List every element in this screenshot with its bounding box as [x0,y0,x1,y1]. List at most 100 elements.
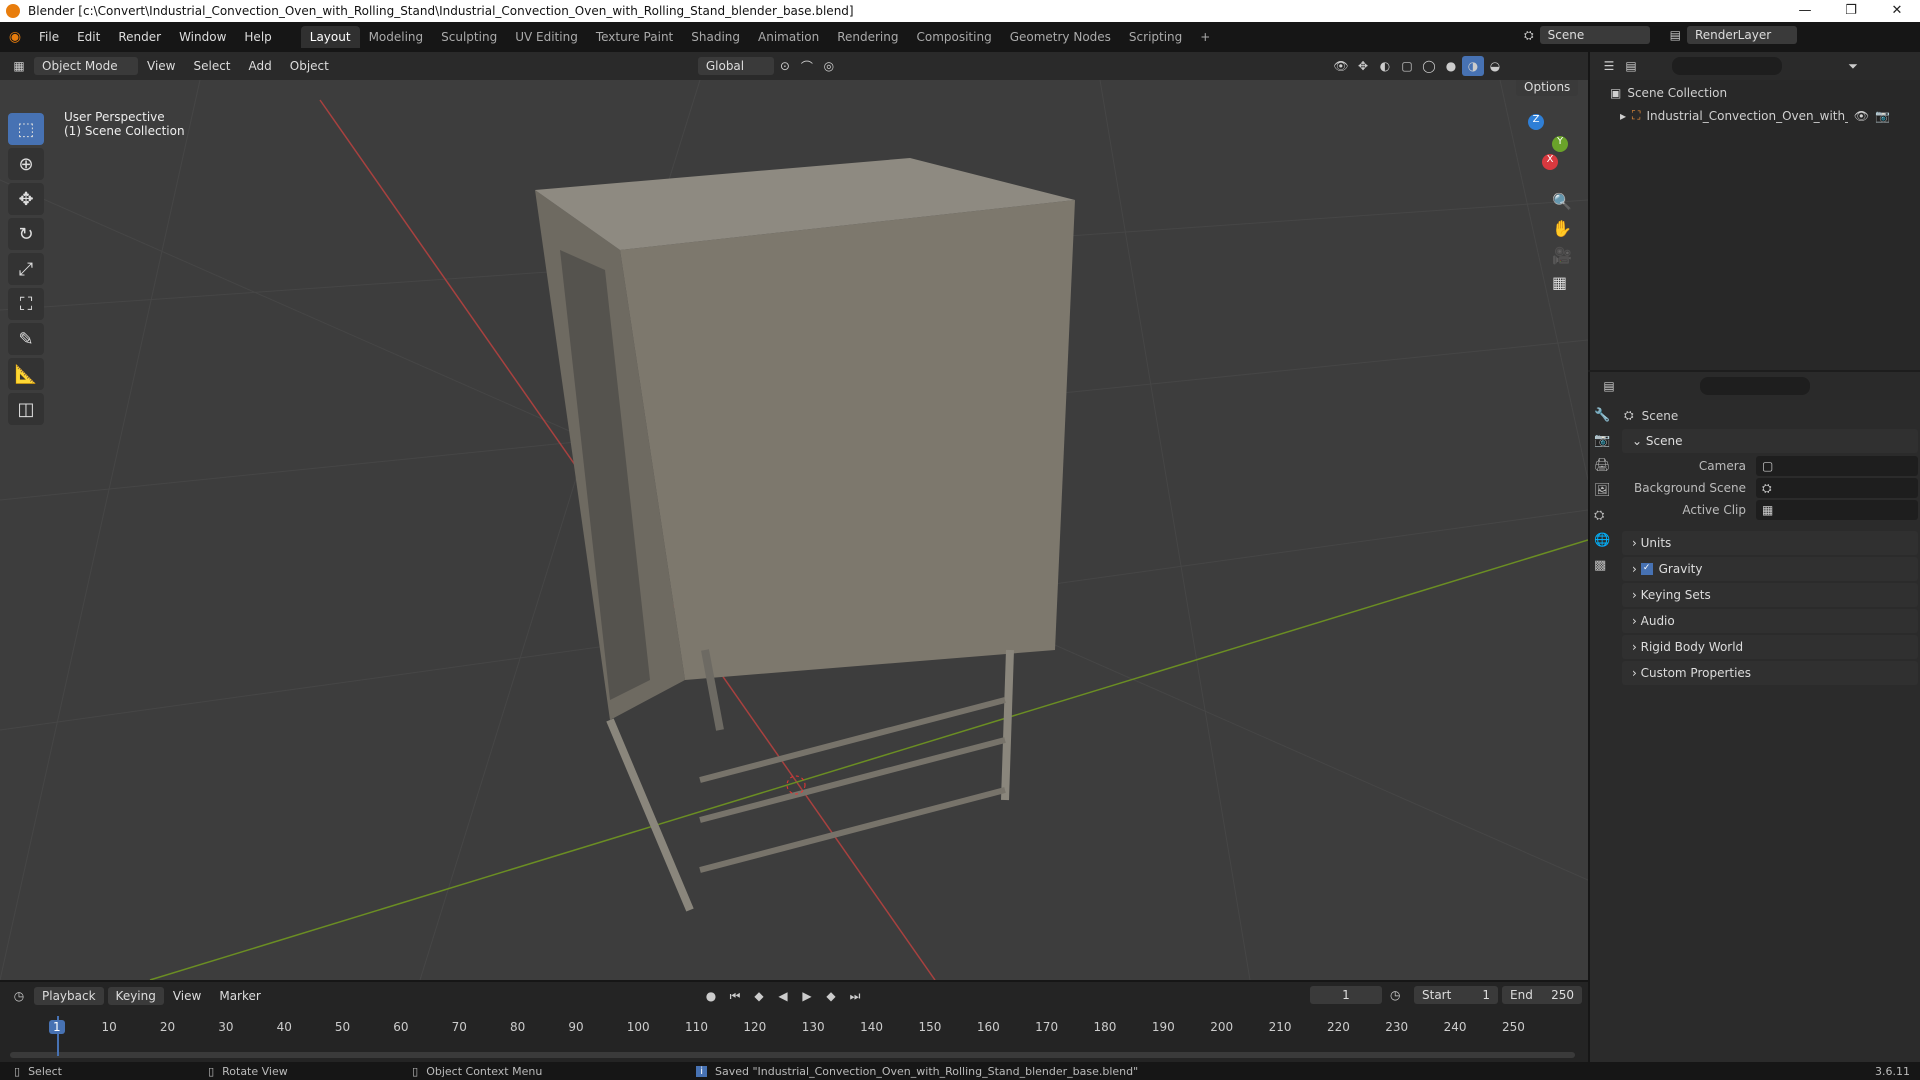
tool-props-icon[interactable]: 🔧 [1594,408,1618,423]
grid-view-icon[interactable]: ▦ [1552,273,1572,292]
xray-icon[interactable]: ▢ [1396,56,1418,76]
current-frame-field[interactable]: 1 [1310,986,1382,1004]
close-button[interactable]: ✕ [1874,0,1920,22]
section-audio[interactable]: › Audio [1622,609,1918,633]
renderlayer-selector[interactable]: RenderLayer [1686,26,1797,44]
section-units[interactable]: › Units [1622,531,1918,555]
filter-icon[interactable]: ⏷ [1842,56,1864,76]
menu-window[interactable]: Window [170,30,235,44]
properties-search-input[interactable] [1700,377,1810,395]
viewport-menu-view[interactable]: View [138,59,184,73]
tab-compositing[interactable]: Compositing [907,26,1000,48]
world-props-icon[interactable]: 🌐 [1594,533,1618,548]
menu-help[interactable]: Help [235,30,280,44]
menu-file[interactable]: File [30,30,68,44]
expand-icon[interactable]: ▸ [1620,109,1626,123]
rotate-icon[interactable]: ↻ [8,218,44,250]
play-icon[interactable]: ▶ [796,986,818,1006]
prev-key-icon[interactable]: ◆ [748,986,770,1006]
gizmo-icon[interactable]: ✥ [1352,56,1374,76]
timeline-editor-icon[interactable]: ◷ [8,986,30,1006]
timeline-marker-menu[interactable]: Marker [210,989,269,1003]
add-workspace-button[interactable]: + [1191,26,1219,48]
end-frame-field[interactable]: End 250 [1502,986,1582,1004]
proportional-icon[interactable]: ◎ [818,56,840,76]
transform-orientation[interactable]: Global [697,57,774,75]
eye-icon[interactable]: 👁 [1854,109,1869,123]
output-props-icon[interactable]: 🖨 [1594,458,1618,473]
tab-texture-paint[interactable]: Texture Paint [587,26,682,48]
tab-shading[interactable]: Shading [682,26,749,48]
properties-editor-icon[interactable]: ▤ [1598,376,1620,396]
timeline-scrollbar[interactable] [10,1052,1575,1058]
scale-icon[interactable]: ⤢ [8,253,44,285]
render-camera-icon[interactable]: 📷 [1875,109,1890,123]
menu-render[interactable]: Render [109,30,170,44]
gravity-checkbox[interactable]: ✓ [1640,563,1653,575]
zoom-icon[interactable]: 🔍 [1552,192,1572,211]
next-key-icon[interactable]: ◆ [820,986,842,1006]
tab-rendering[interactable]: Rendering [828,26,907,48]
section-gravity[interactable]: › ✓ Gravity [1622,557,1918,581]
mode-selector[interactable]: Object Mode [34,57,138,75]
section-keying-sets[interactable]: › Keying Sets [1622,583,1918,607]
annotate-icon[interactable]: ✎ [8,323,44,355]
start-frame-field[interactable]: Start 1 [1414,986,1498,1004]
scene-selector[interactable]: Scene [1539,26,1650,44]
jump-start-icon[interactable]: ⏮ [724,986,746,1006]
playback-menu[interactable]: Playback [34,987,104,1005]
jump-end-icon[interactable]: ⏭ [844,986,866,1006]
tab-scripting[interactable]: Scripting [1120,26,1191,48]
tab-modeling[interactable]: Modeling [360,26,433,48]
viewport-menu-object[interactable]: Object [281,59,338,73]
tab-geometry-nodes[interactable]: Geometry Nodes [1001,26,1120,48]
gizmo-z[interactable]: Z [1528,114,1544,130]
solid-shading-icon[interactable]: ● [1440,56,1462,76]
tab-sculpting[interactable]: Sculpting [432,26,506,48]
outliner-editor-icon[interactable]: ☰ [1598,56,1620,76]
viewport-menu-add[interactable]: Add [240,59,281,73]
keying-menu[interactable]: Keying [107,987,164,1005]
transform-icon[interactable]: ⛶ [8,288,44,320]
scene-panel-header[interactable]: ⌄ Scene [1622,429,1918,453]
outliner-search-input[interactable] [1672,57,1782,75]
move-icon[interactable]: ✥ [8,183,44,215]
tab-animation[interactable]: Animation [749,26,828,48]
pivot-icon[interactable]: ⊙ [774,56,796,76]
menu-edit[interactable]: Edit [68,30,109,44]
record-icon[interactable]: ● [700,986,722,1006]
overlay-icon[interactable]: ◐ [1374,56,1396,76]
play-reverse-icon[interactable]: ◀ [772,986,794,1006]
gizmo-x[interactable]: X [1542,154,1558,170]
rendered-shading-icon[interactable]: ◒ [1484,56,1506,76]
gizmo-y[interactable]: Y [1552,136,1568,152]
timeline-view-menu[interactable]: View [164,989,210,1003]
navigation-gizmo[interactable]: Z Y X [1498,110,1578,190]
tab-layout[interactable]: Layout [300,26,360,48]
minimize-button[interactable]: — [1782,0,1828,22]
camera-view-icon[interactable]: 🎥 [1552,246,1572,265]
cursor-icon[interactable]: ⊕ [8,148,44,180]
active-clip-field[interactable]: ▦ [1756,500,1918,520]
section-custom-props[interactable]: › Custom Properties [1622,661,1918,685]
blender-menu-icon[interactable]: ◉ [0,29,30,45]
visibility-icon[interactable]: 👁 [1330,56,1352,76]
measure-icon[interactable]: 📐 [8,358,44,390]
wireframe-shading-icon[interactable]: ◯ [1418,56,1440,76]
viewport-menu-select[interactable]: Select [184,59,239,73]
scene-props-icon[interactable]: ⛭ [1594,508,1618,523]
render-props-icon[interactable]: 📷 [1594,433,1618,448]
snap-icon[interactable]: ⌒ [796,56,818,76]
outliner-item-oven[interactable]: Industrial_Convection_Oven_with_Rollir [1646,109,1847,123]
texture-props-icon[interactable]: ▩ [1594,558,1618,573]
camera-field[interactable]: ▢ [1756,456,1918,476]
select-box-icon[interactable]: ⬚ [8,113,44,145]
3d-viewport[interactable]: User Perspective (1) Scene Collection Op… [0,80,1588,980]
editor-type-icon[interactable]: ▦ [8,56,30,76]
view-layer-props-icon[interactable]: 🖼 [1594,483,1618,498]
display-mode-icon[interactable]: ▤ [1620,56,1642,76]
options-dropdown[interactable]: Options [1516,80,1579,96]
scene-collection-label[interactable]: Scene Collection [1627,86,1727,100]
pan-hand-icon[interactable]: ✋ [1552,219,1572,238]
add-cube-icon[interactable]: ◫ [8,393,44,425]
